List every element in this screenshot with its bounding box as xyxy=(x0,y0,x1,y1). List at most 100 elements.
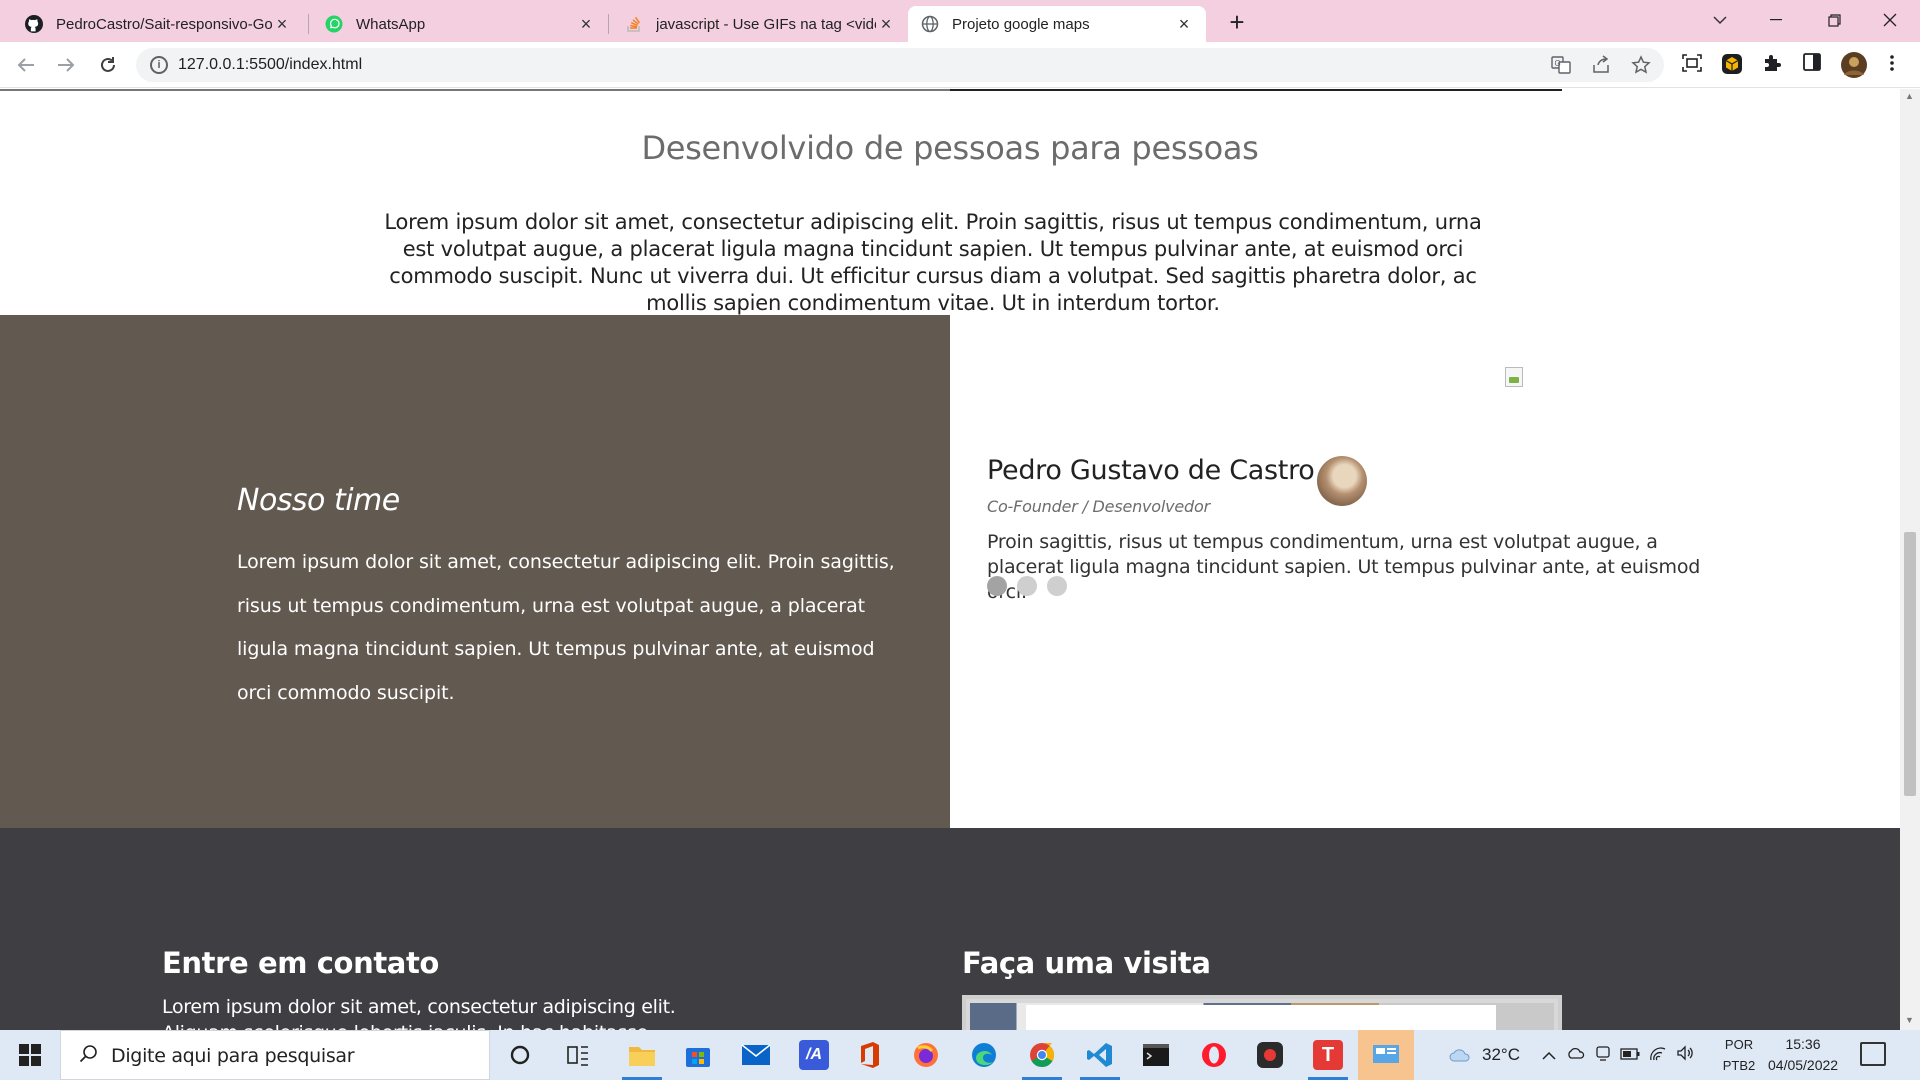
member-quote: Proin sagittis, risus ut tempus condimen… xyxy=(987,531,1701,603)
file-explorer-app[interactable] xyxy=(614,1030,670,1080)
close-icon[interactable]: × xyxy=(272,14,292,35)
cortana-button[interactable] xyxy=(492,1030,548,1080)
arrow-left-icon xyxy=(17,58,34,72)
close-icon[interactable]: × xyxy=(576,14,596,35)
divider-dark xyxy=(950,89,1562,91)
text-tool-app[interactable]: T xyxy=(1300,1030,1356,1080)
weather-widget[interactable]: 32°C xyxy=(1448,1030,1520,1080)
about-text: Lorem ipsum dolor sit amet, consectetur … xyxy=(384,210,1482,315)
vscode-icon xyxy=(1087,1043,1112,1067)
info-icon[interactable]: i xyxy=(150,56,168,74)
tab-stackoverflow[interactable]: javascript - Use GIFs na tag <vide × xyxy=(612,6,908,42)
carousel-dot-1[interactable] xyxy=(987,576,1007,596)
battery-icon[interactable] xyxy=(1620,1047,1640,1064)
address-bar[interactable]: i 127.0.0.1:5500/index.html G xyxy=(136,48,1664,82)
back-button[interactable] xyxy=(10,49,42,81)
bookmark-star-icon[interactable] xyxy=(1630,55,1652,77)
extensions-puzzle-icon[interactable] xyxy=(1760,53,1784,77)
close-icon[interactable]: × xyxy=(1174,14,1194,35)
task-view-button[interactable] xyxy=(550,1030,606,1080)
side-panel-icon[interactable] xyxy=(1800,53,1824,77)
microsoft-store-app[interactable] xyxy=(670,1030,726,1080)
screen-recorder-app[interactable] xyxy=(1242,1030,1298,1080)
url-text[interactable]: 127.0.0.1:5500/index.html xyxy=(178,56,362,74)
menu-kebab-icon[interactable] xyxy=(1880,53,1904,77)
search-placeholder: Digite aqui para pesquisar xyxy=(111,1045,355,1067)
scroll-up-arrow-icon[interactable]: ▲ xyxy=(1905,91,1914,101)
volume-icon[interactable] xyxy=(1676,1045,1696,1065)
start-button[interactable] xyxy=(0,1030,60,1080)
carousel-dot-2[interactable] xyxy=(1017,576,1037,596)
carousel-dot-3[interactable] xyxy=(1047,576,1067,596)
firefox-icon xyxy=(914,1043,938,1067)
extension-cube-icon[interactable] xyxy=(1720,53,1744,77)
tab-projeto-google-maps[interactable]: Projeto google maps × xyxy=(908,6,1206,42)
terminal-icon xyxy=(1143,1044,1169,1066)
profile-avatar[interactable] xyxy=(1840,51,1868,79)
office-app[interactable] xyxy=(842,1030,898,1080)
team-panel: Nosso time Lorem ipsum dolor sit amet, c… xyxy=(0,315,950,828)
opera-app[interactable] xyxy=(1186,1030,1242,1080)
terminal-app[interactable] xyxy=(1128,1030,1184,1080)
restore-button[interactable] xyxy=(1806,0,1862,40)
member-role: Co-Founder / Desenvolvedor xyxy=(987,497,1210,516)
tab-search-button[interactable] xyxy=(1692,0,1748,40)
chrome-app[interactable] xyxy=(1014,1030,1070,1080)
wifi-icon[interactable] xyxy=(1649,1045,1667,1065)
screen-capture-icon[interactable] xyxy=(1680,53,1704,77)
scrollbar-thumb[interactable] xyxy=(1904,532,1916,796)
page-scrollbar[interactable]: ▲ ▼ xyxy=(1900,89,1920,1030)
footer: Entre em contato Lorem ipsum dolor sit a… xyxy=(0,828,1900,1030)
weather-cloud-icon xyxy=(1449,1049,1470,1062)
visual-studio-app[interactable]: /A xyxy=(786,1030,842,1080)
arrow-right-icon xyxy=(58,58,75,72)
map-info-card xyxy=(1026,1005,1496,1030)
page-viewport: Desenvolvido de pessoas para pessoas Lor… xyxy=(0,89,1900,1030)
avatar xyxy=(1317,456,1367,506)
taskbar-search[interactable]: Digite aqui para pesquisar xyxy=(60,1030,490,1080)
reload-button[interactable] xyxy=(92,49,124,81)
section-divider xyxy=(0,89,1900,91)
contact-title: Entre em contato xyxy=(162,946,439,980)
scroll-down-arrow-icon[interactable]: ▼ xyxy=(1905,1015,1914,1025)
input-language[interactable]: POR PTB2 xyxy=(1722,1034,1756,1076)
office-icon xyxy=(861,1042,879,1068)
minimize-button[interactable] xyxy=(1748,0,1804,40)
window-close-button[interactable] xyxy=(1862,0,1918,40)
translate-icon[interactable]: G xyxy=(1550,55,1572,77)
task-view-icon xyxy=(567,1046,588,1066)
search-icon xyxy=(79,1044,99,1070)
tab-github[interactable]: PedroCastro/Sait-responsivo-Go × xyxy=(12,6,304,42)
system-clock[interactable]: 15:36 04/05/2022 xyxy=(1768,1034,1838,1076)
google-map-embed[interactable] xyxy=(962,995,1562,1030)
browser-tab-strip: PedroCastro/Sait-responsivo-Go × WhatsAp… xyxy=(0,0,1920,42)
chevron-up-icon[interactable] xyxy=(1542,1047,1556,1064)
firefox-app[interactable] xyxy=(898,1030,954,1080)
record-icon xyxy=(1257,1042,1283,1068)
mail-app[interactable] xyxy=(728,1030,784,1080)
team-title: Nosso time xyxy=(237,483,400,518)
tab-separator xyxy=(608,14,609,34)
tab-separator xyxy=(308,14,309,34)
meet-now-icon[interactable] xyxy=(1595,1044,1611,1066)
new-tab-button[interactable]: + xyxy=(1222,8,1252,38)
globe-icon xyxy=(920,14,940,34)
share-icon[interactable] xyxy=(1590,55,1612,77)
onedrive-cloud-icon[interactable] xyxy=(1566,1046,1586,1064)
edge-icon xyxy=(972,1043,996,1067)
notification-center-icon[interactable] xyxy=(1860,1042,1886,1066)
keyboard-layout: PTB2 xyxy=(1722,1058,1756,1073)
vscode-app[interactable] xyxy=(1072,1030,1128,1080)
chrome-icon xyxy=(1030,1043,1055,1068)
close-icon[interactable]: × xyxy=(876,14,896,35)
control-panel-app[interactable] xyxy=(1358,1030,1414,1080)
close-icon xyxy=(1883,13,1897,27)
forward-button[interactable] xyxy=(50,49,82,81)
minimize-icon xyxy=(1770,19,1782,21)
folder-icon xyxy=(629,1047,655,1066)
edge-app[interactable] xyxy=(956,1030,1012,1080)
temperature: 32°C xyxy=(1482,1045,1520,1064)
tray-icons xyxy=(1542,1030,1696,1080)
tab-title: WhatsApp xyxy=(356,15,426,33)
tab-whatsapp[interactable]: WhatsApp × xyxy=(312,6,608,42)
